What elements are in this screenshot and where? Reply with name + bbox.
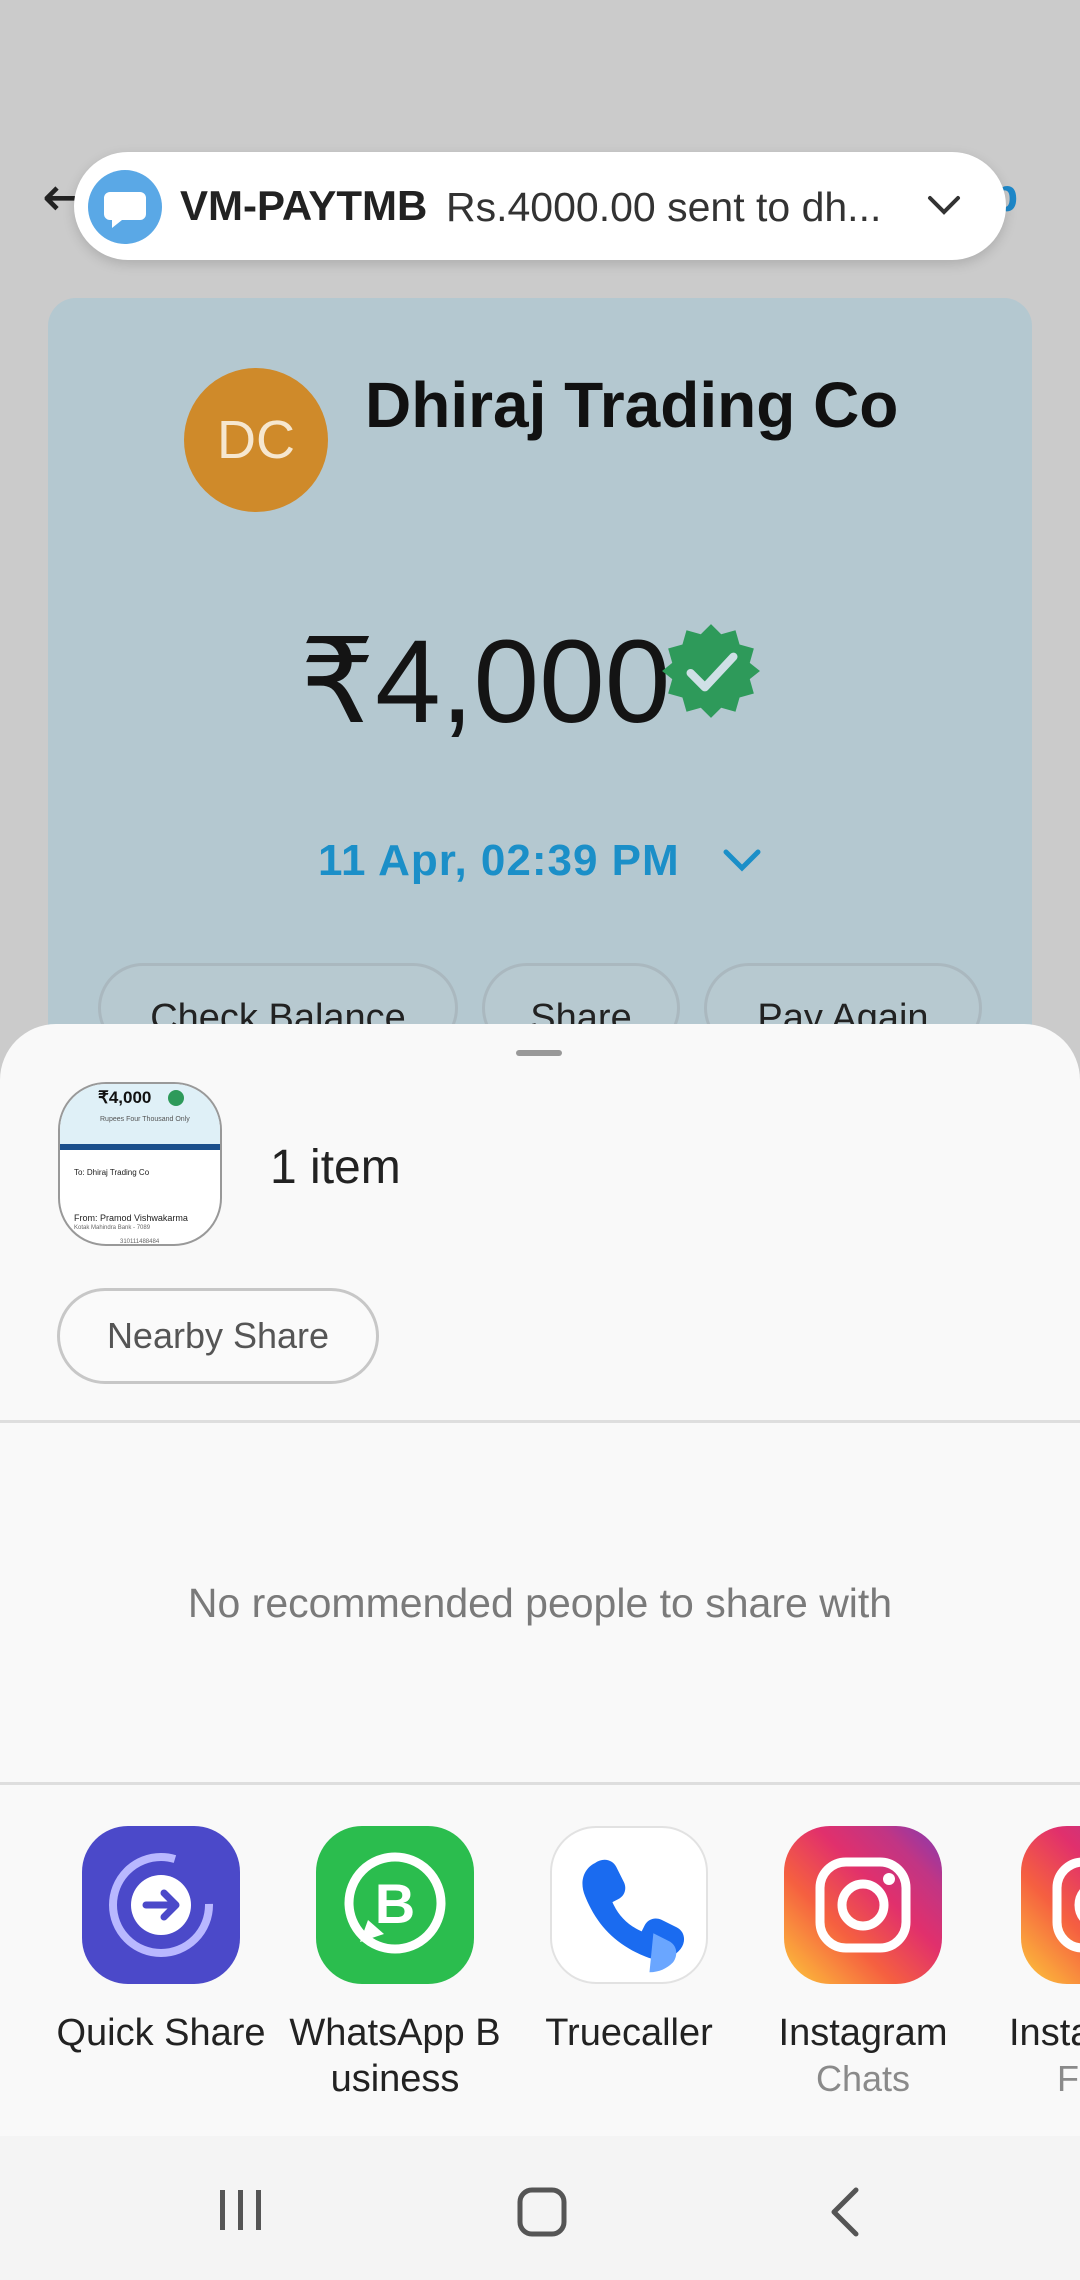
app-label: Quick Share bbox=[56, 2012, 266, 2054]
share-target-truecaller[interactable]: Truecaller bbox=[511, 1826, 747, 2056]
thumb-bank: Kotak Mahindra Bank - 7089 bbox=[74, 1225, 151, 1231]
app-label: Insta bbox=[1009, 2012, 1080, 2054]
whatsapp-business-icon: B bbox=[316, 1826, 474, 1984]
recent-apps-icon[interactable] bbox=[216, 2186, 266, 2234]
share-target-instagram-chats[interactable]: Instagram Chats bbox=[745, 1826, 981, 2102]
back-icon[interactable] bbox=[826, 2186, 866, 2238]
app-sublabel: F bbox=[1057, 2058, 1079, 2099]
nearby-share-button[interactable]: Nearby Share bbox=[57, 1288, 379, 1384]
item-count: 1 item bbox=[270, 1141, 401, 1194]
notification-sender: VM-PAYTMB bbox=[180, 182, 428, 229]
app-label: Truecaller bbox=[545, 2012, 713, 2054]
no-recommended-people-text: No recommended people to share with bbox=[187, 1580, 893, 1626]
app-sublabel: Chats bbox=[815, 2058, 911, 2099]
instagram-icon bbox=[1021, 1826, 1080, 1984]
message-app-icon bbox=[88, 170, 162, 244]
share-target-whatsapp-business[interactable]: B WhatsApp B usiness bbox=[277, 1826, 513, 2102]
quick-share-icon bbox=[82, 1826, 240, 1984]
payment-amount: ₹4,000 bbox=[300, 616, 671, 748]
system-navigation-bar bbox=[0, 2136, 1080, 2280]
payment-datetime[interactable]: 11 Apr, 02:39 PM bbox=[318, 836, 680, 886]
truecaller-icon bbox=[550, 1826, 708, 1984]
thumb-to: To: Dhiraj Trading Co bbox=[74, 1168, 150, 1177]
merchant-avatar: DC bbox=[184, 368, 328, 512]
divider bbox=[0, 1782, 1080, 1785]
svg-text:B: B bbox=[375, 1872, 415, 1935]
sheet-drag-handle[interactable] bbox=[516, 1050, 562, 1056]
chevron-down-icon[interactable] bbox=[720, 840, 764, 880]
thumb-header: ₹4,000 Rupees Four Thousand Only bbox=[60, 1084, 220, 1144]
instagram-icon bbox=[784, 1826, 942, 1984]
verified-badge-icon bbox=[662, 624, 760, 718]
share-target-quick-share[interactable]: Quick Share bbox=[43, 1826, 279, 2056]
share-target-instagram-partial[interactable]: Insta F bbox=[979, 1826, 1080, 2102]
expand-chevron-icon[interactable] bbox=[922, 186, 966, 226]
home-icon[interactable] bbox=[516, 2186, 568, 2238]
thumb-words: Rupees Four Thousand Only bbox=[100, 1116, 190, 1123]
merchant-name: Dhiraj Trading Co bbox=[365, 369, 899, 441]
app-label: WhatsApp B usiness bbox=[289, 2012, 501, 2100]
divider bbox=[0, 1420, 1080, 1423]
thumb-from: From: Pramod Vishwakarma bbox=[74, 1213, 188, 1223]
app-label: Instagram bbox=[778, 2012, 948, 2054]
thumb-amount: ₹4,000 bbox=[98, 1088, 152, 1107]
thumb-verified-icon bbox=[168, 1090, 184, 1106]
notification-message: Rs.4000.00 sent to dh... bbox=[446, 184, 882, 230]
shared-item-thumbnail: ₹4,000 Rupees Four Thousand Only To: Dhi… bbox=[58, 1082, 222, 1246]
sms-notification[interactable]: VM-PAYTMB Rs.4000.00 sent to dh... bbox=[74, 152, 1006, 260]
